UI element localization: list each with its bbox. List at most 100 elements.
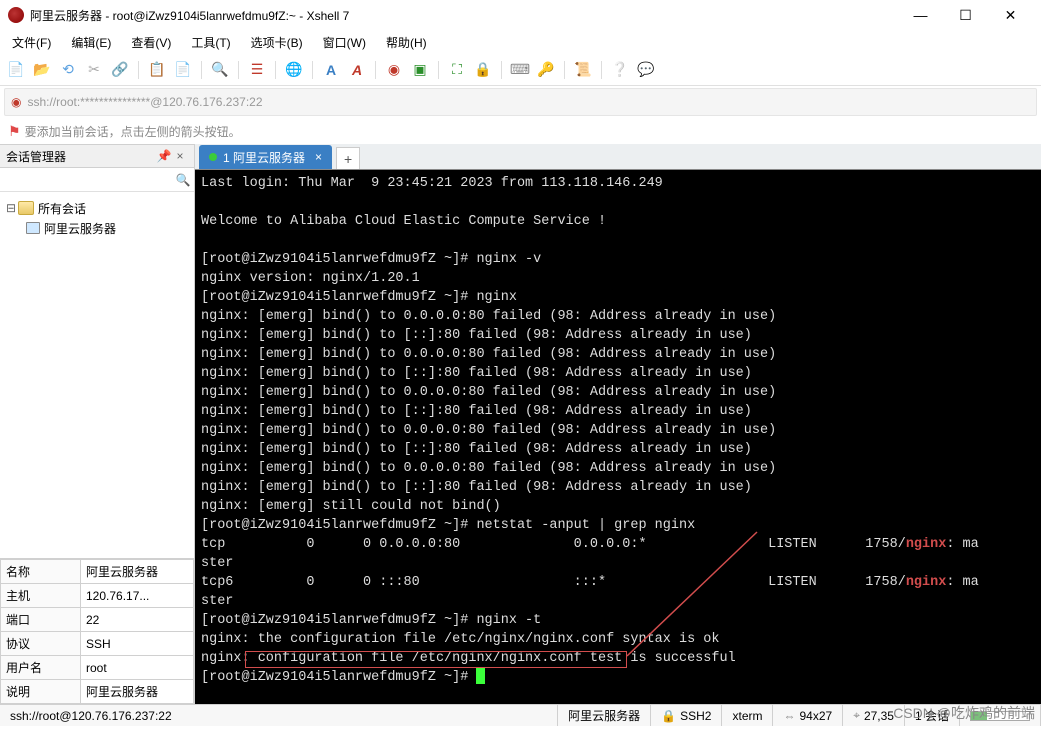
property-key: 用户名 xyxy=(1,656,81,680)
panel-title: 会话管理器 xyxy=(6,148,66,165)
address-bar[interactable]: ◉ ssh://root:***************@120.76.176.… xyxy=(4,88,1037,116)
toolbar-separator xyxy=(438,61,439,79)
session-icon xyxy=(26,222,40,234)
property-key: 协议 xyxy=(1,632,81,656)
property-row: 主机120.76.17... xyxy=(1,584,194,608)
tab-strip: 1 阿里云服务器 × + xyxy=(195,144,1041,170)
disconnect-icon[interactable]: ✂ xyxy=(84,60,104,80)
menu-view[interactable]: 查看(V) xyxy=(125,32,177,53)
address-text: ssh://root:***************@120.76.176.23… xyxy=(27,95,262,109)
tab-label: 1 阿里云服务器 xyxy=(223,149,305,166)
tree-root[interactable]: ⊟ 所有会话 xyxy=(4,198,190,218)
menu-window[interactable]: 窗口(W) xyxy=(317,32,372,53)
tab-session[interactable]: 1 阿里云服务器 × xyxy=(199,145,332,169)
flag-icon: ⚑ xyxy=(8,123,21,140)
expand-icon[interactable]: ⊟ xyxy=(4,201,18,215)
link-icon[interactable]: 🔗 xyxy=(110,60,130,80)
window-title: 阿里云服务器 - root@iZwz9104i5lanrwefdmu9fZ:~ … xyxy=(30,7,898,24)
properties-icon[interactable]: ☰ xyxy=(247,60,267,80)
property-row: 说明阿里云服务器 xyxy=(1,680,194,704)
property-row: 名称阿里云服务器 xyxy=(1,560,194,584)
session-properties: 名称阿里云服务器主机120.76.17...端口22协议SSH用户名root说明… xyxy=(0,558,194,704)
paste-icon[interactable]: 📄 xyxy=(173,60,193,80)
reconnect-icon[interactable]: ⟲ xyxy=(58,60,78,80)
session-search-input[interactable] xyxy=(0,173,172,187)
maximize-button[interactable]: ☐ xyxy=(943,1,988,29)
session-manager-panel: 会话管理器 📌 × 🔍 ⊟ 所有会话 阿里云服务器 名称阿里云服务器主机120.… xyxy=(0,144,195,704)
property-value: 阿里云服务器 xyxy=(81,680,194,704)
find-icon[interactable]: 🔍 xyxy=(210,60,230,80)
key-icon[interactable]: 🔑 xyxy=(536,60,556,80)
toolbar-separator xyxy=(238,61,239,79)
property-key: 主机 xyxy=(1,584,81,608)
annotation-line xyxy=(627,532,757,656)
menu-edit[interactable]: 编辑(E) xyxy=(65,32,117,53)
menu-bar: 文件(F) 编辑(E) 查看(V) 工具(T) 选项卡(B) 窗口(W) 帮助(… xyxy=(0,30,1041,54)
keyboard-icon[interactable]: ⌨ xyxy=(510,60,530,80)
status-host: 阿里云服务器 xyxy=(558,705,651,726)
property-key: 说明 xyxy=(1,680,81,704)
status-term: xterm xyxy=(722,705,773,726)
toolbar-separator xyxy=(501,61,502,79)
property-row: 协议SSH xyxy=(1,632,194,656)
new-session-icon[interactable]: 📄 xyxy=(6,60,26,80)
property-value: 22 xyxy=(81,608,194,632)
app-icon xyxy=(8,7,24,23)
help-icon[interactable]: ❔ xyxy=(610,60,630,80)
tree-root-label: 所有会话 xyxy=(38,200,86,217)
menu-tools[interactable]: 工具(T) xyxy=(185,32,236,53)
session-search: 🔍 xyxy=(0,168,194,192)
add-tab-button[interactable]: + xyxy=(336,147,360,169)
color-font-icon[interactable]: A xyxy=(347,60,367,80)
pin-icon[interactable]: 📌 xyxy=(156,149,172,163)
panel-close-icon[interactable]: × xyxy=(172,149,188,163)
menu-tabs[interactable]: 选项卡(B) xyxy=(245,32,309,53)
globe-icon[interactable]: 🌐 xyxy=(284,60,304,80)
watermark: CSDN @吃炸鸡的前端 xyxy=(893,703,1035,723)
feedback-icon[interactable]: 💬 xyxy=(636,60,656,80)
close-button[interactable]: ✕ xyxy=(988,1,1033,29)
title-bar: 阿里云服务器 - root@iZwz9104i5lanrwefdmu9fZ:~ … xyxy=(0,0,1041,30)
menu-help[interactable]: 帮助(H) xyxy=(380,32,433,53)
terminal[interactable]: Last login: Thu Mar 9 23:45:21 2023 from… xyxy=(195,170,1041,704)
menu-file[interactable]: 文件(F) xyxy=(6,32,57,53)
copy-icon[interactable]: 📋 xyxy=(147,60,167,80)
font-icon[interactable]: A xyxy=(321,60,341,80)
property-key: 端口 xyxy=(1,608,81,632)
toolbar-separator xyxy=(275,61,276,79)
status-size: ⇔94x27 xyxy=(773,705,843,726)
property-value: 120.76.17... xyxy=(81,584,194,608)
minimize-button[interactable]: — xyxy=(898,1,943,29)
toolbar-separator xyxy=(564,61,565,79)
session-tree: ⊟ 所有会话 阿里云服务器 xyxy=(0,192,194,244)
main-area: 会话管理器 📌 × 🔍 ⊟ 所有会话 阿里云服务器 名称阿里云服务器主机120.… xyxy=(0,144,1041,704)
content-area: 1 阿里云服务器 × + Last login: Thu Mar 9 23:45… xyxy=(195,144,1041,704)
lock-icon[interactable]: 🔒 xyxy=(473,60,493,80)
toolbar-separator xyxy=(375,61,376,79)
folder-icon xyxy=(18,201,34,215)
tree-session-label: 阿里云服务器 xyxy=(44,220,116,237)
script-icon[interactable]: 📜 xyxy=(573,60,593,80)
toolbar: 📄 📂 ⟲ ✂ 🔗 📋 📄 🔍 ☰ 🌐 A A ◉ ▣ ⛶ 🔒 ⌨ 🔑 📜 ❔ … xyxy=(0,54,1041,86)
search-icon[interactable]: 🔍 xyxy=(172,173,194,187)
fullscreen-icon[interactable]: ⛶ xyxy=(447,60,467,80)
property-value: SSH xyxy=(81,632,194,656)
panel-header: 会话管理器 📌 × xyxy=(0,144,194,168)
property-row: 用户名root xyxy=(1,656,194,680)
annotation-box xyxy=(245,651,627,668)
tree-session[interactable]: 阿里云服务器 xyxy=(4,218,190,238)
toolbar-separator xyxy=(201,61,202,79)
property-key: 名称 xyxy=(1,560,81,584)
info-hint-text: 要添加当前会话，点击左侧的箭头按钮。 xyxy=(25,123,241,140)
xagent-icon[interactable]: ◉ xyxy=(384,60,404,80)
ssh-icon: ◉ xyxy=(11,95,21,109)
xftp-icon[interactable]: ▣ xyxy=(410,60,430,80)
property-row: 端口22 xyxy=(1,608,194,632)
toolbar-separator xyxy=(312,61,313,79)
status-path: ssh://root@120.76.176.237:22 xyxy=(0,705,558,726)
toolbar-separator xyxy=(601,61,602,79)
open-session-icon[interactable]: 📂 xyxy=(32,60,52,80)
toolbar-separator xyxy=(138,61,139,79)
property-value: root xyxy=(81,656,194,680)
tab-close-icon[interactable]: × xyxy=(315,150,322,164)
